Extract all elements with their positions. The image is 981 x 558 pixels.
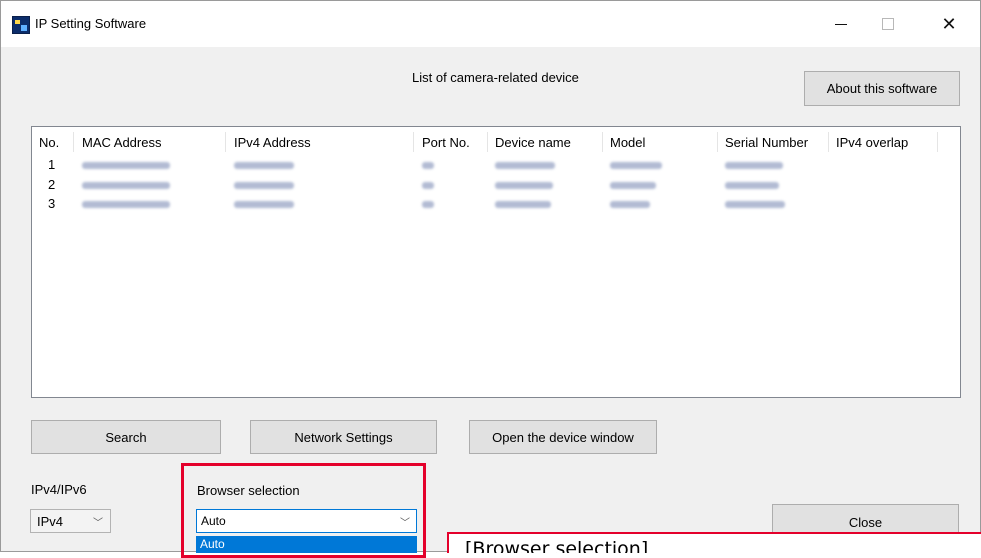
redacted-ip — [234, 201, 294, 208]
column-header-model[interactable]: Model — [610, 135, 645, 150]
redacted-device — [495, 162, 555, 169]
about-button[interactable]: About this software — [804, 71, 960, 106]
device-list[interactable]: No. MAC Address IPv4 Address Port No. De… — [31, 126, 961, 398]
redacted-mac — [82, 182, 170, 189]
redacted-port — [422, 182, 434, 189]
redacted-device — [495, 182, 553, 189]
column-header-serial-number[interactable]: Serial Number — [725, 135, 808, 150]
app-icon — [12, 16, 30, 34]
search-button[interactable]: Search — [31, 420, 221, 454]
column-header-no[interactable]: No. — [39, 135, 59, 150]
minimize-icon — [835, 23, 847, 25]
open-device-window-button[interactable]: Open the device window — [469, 420, 657, 454]
title-bar: IP Setting Software ✕ — [1, 1, 980, 47]
row-number: 3 — [48, 196, 56, 211]
callout-text: [Browser selection] — [465, 538, 649, 554]
browser-option-auto[interactable]: Auto — [196, 536, 417, 553]
column-header-mac-address[interactable]: MAC Address — [82, 135, 161, 150]
redacted-ip — [234, 162, 294, 169]
ip-version-value: IPv4 — [37, 514, 64, 529]
redacted-ip — [234, 182, 294, 189]
column-separator[interactable] — [73, 132, 74, 152]
redacted-port — [422, 201, 434, 208]
browser-selection-label: Browser selection — [197, 483, 300, 498]
redacted-model — [610, 201, 650, 208]
column-header-ipv4-overlap[interactable]: IPv4 overlap — [836, 135, 908, 150]
column-separator[interactable] — [937, 132, 938, 152]
column-header-ipv4-address[interactable]: IPv4 Address — [234, 135, 311, 150]
row-number: 1 — [48, 157, 56, 172]
redacted-port — [422, 162, 434, 169]
redacted-model — [610, 182, 656, 189]
browser-select-value: Auto — [201, 514, 226, 528]
network-settings-button[interactable]: Network Settings — [250, 420, 437, 454]
list-title: List of camera-related device — [412, 70, 579, 85]
column-separator[interactable] — [717, 132, 718, 152]
window-close-button[interactable]: ✕ — [926, 1, 972, 47]
redacted-model — [610, 162, 662, 169]
maximize-button[interactable] — [865, 1, 911, 47]
annotation-callout: [Browser selection] — [447, 532, 981, 553]
column-separator[interactable] — [413, 132, 414, 152]
maximize-icon — [882, 18, 894, 30]
chevron-down-icon: ﹀ — [400, 518, 410, 529]
row-number: 2 — [48, 177, 56, 192]
minimize-button[interactable] — [818, 1, 864, 47]
column-separator[interactable] — [487, 132, 488, 152]
column-separator[interactable] — [828, 132, 829, 152]
redacted-device — [495, 201, 551, 208]
browser-select[interactable]: Auto ﹀ — [196, 509, 417, 533]
chevron-down-icon: ﹀ — [93, 518, 103, 529]
app-window: IP Setting Software ✕ List of camera-rel… — [0, 0, 981, 558]
column-header-port-no[interactable]: Port No. — [422, 135, 470, 150]
redacted-serial — [725, 162, 783, 169]
redacted-serial — [725, 201, 785, 208]
ip-version-label: IPv4/IPv6 — [31, 482, 87, 497]
redacted-mac — [82, 162, 170, 169]
column-separator[interactable] — [602, 132, 603, 152]
column-separator[interactable] — [225, 132, 226, 152]
redacted-mac — [82, 201, 170, 208]
window-title: IP Setting Software — [35, 16, 147, 31]
ip-version-select[interactable]: IPv4 ﹀ — [30, 509, 111, 533]
close-icon: ✕ — [941, 13, 957, 34]
redacted-serial — [725, 182, 779, 189]
column-header-device-name[interactable]: Device name — [495, 135, 571, 150]
